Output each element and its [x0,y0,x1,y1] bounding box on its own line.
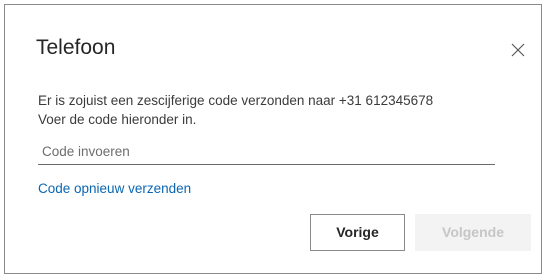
resend-code-link[interactable]: Code opnieuw verzenden [38,181,191,196]
instruction-line-sent: Er is zojuist een zescijferige code verz… [38,93,434,108]
instruction-text: Er is zojuist een zescijferige code verz… [38,91,518,129]
phone-verification-dialog: Telefoon Er is zojuist een zescijferige … [4,4,542,274]
back-button[interactable]: Vorige [310,214,405,251]
next-button[interactable]: Volgende [415,214,531,251]
dialog-title: Telefoon [36,36,116,59]
code-input[interactable] [38,139,495,165]
close-icon[interactable] [509,41,527,59]
instruction-line-enter: Voer de code hieronder in. [38,112,197,127]
